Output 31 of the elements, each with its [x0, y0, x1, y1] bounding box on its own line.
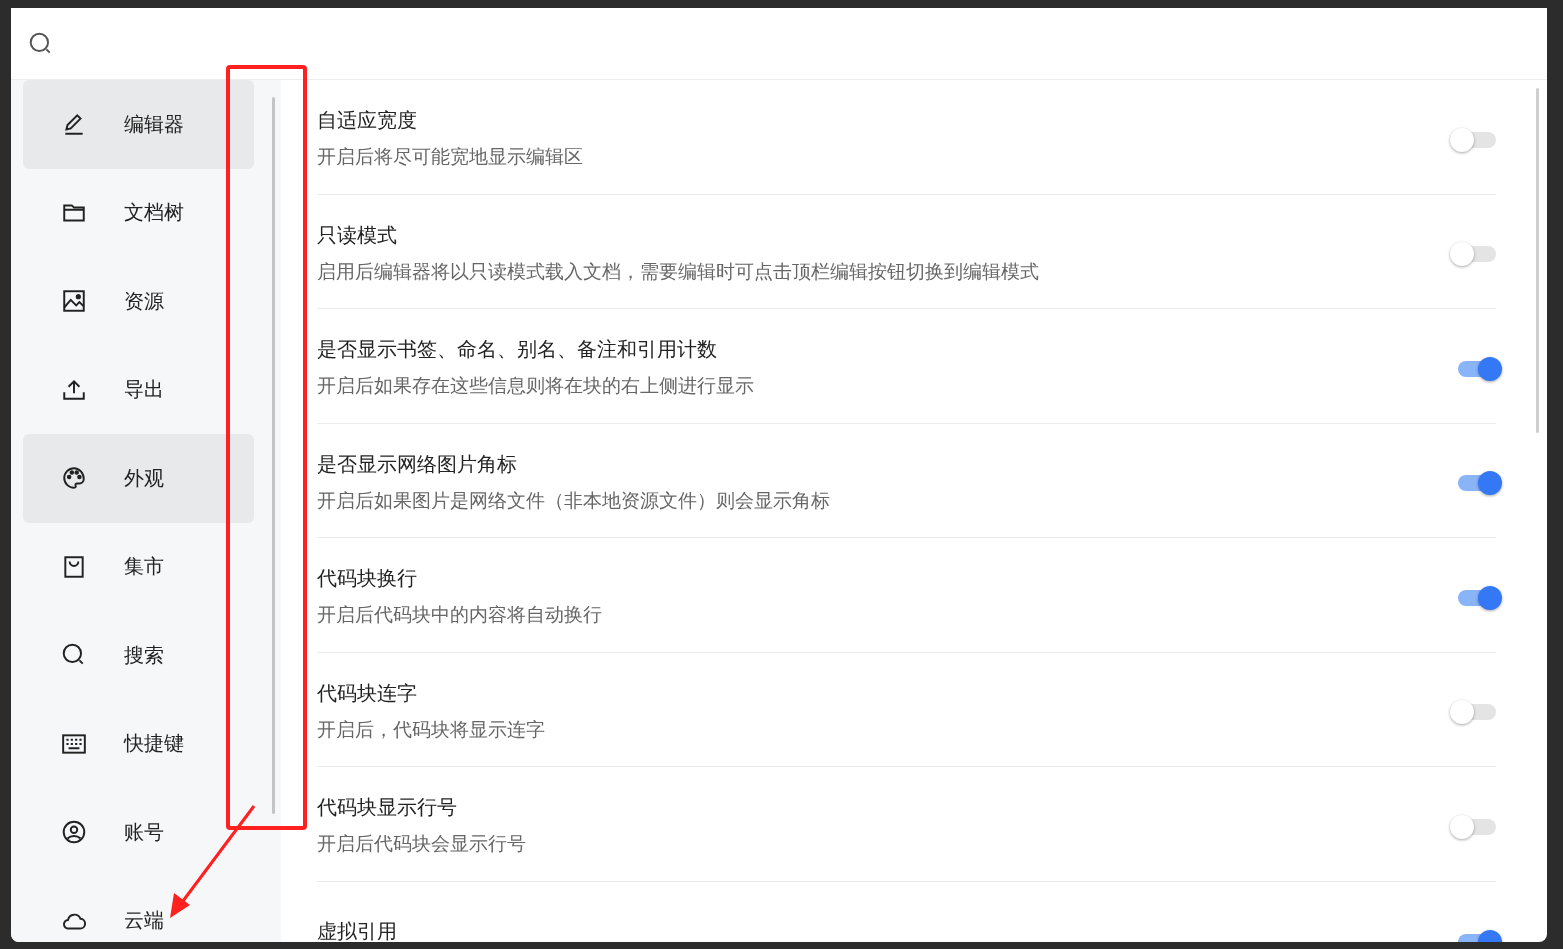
sidebar-item[interactable]: 快捷键 — [23, 699, 254, 788]
setting-description: 开启后代码块中的内容将自动换行 — [317, 602, 603, 628]
setting-title: 自适应宽度 — [317, 107, 418, 135]
setting-title: 只读模式 — [317, 221, 398, 249]
setting-title: 是否显示书签、命名、别名、备注和引用计数 — [317, 336, 718, 364]
setting-description: 开启后代码块会显示行号 — [317, 831, 527, 857]
sidebar-item[interactable]: 搜索 — [23, 611, 254, 700]
setting-description: 开启后将尽可能宽地显示编辑区 — [317, 144, 584, 170]
setting-title: 代码块显示行号 — [317, 794, 458, 822]
setting-title: 代码块连字 — [317, 679, 418, 707]
sidebar-item[interactable]: 文档树 — [23, 168, 254, 257]
sidebar-item[interactable]: 账号 — [23, 788, 254, 877]
bag-icon — [61, 553, 87, 580]
setting-title: 代码块换行 — [317, 565, 418, 593]
sidebar-item[interactable]: 导出 — [23, 345, 254, 434]
setting-description: 开启后如果存在这些信息则将在块的右上侧进行显示 — [317, 373, 755, 399]
sidebar-item[interactable]: 编辑器 — [23, 80, 254, 169]
setting-description: 开启后，代码块将显示连字 — [317, 716, 546, 742]
sidebar-item[interactable]: 资源 — [23, 257, 254, 346]
user-icon — [61, 819, 87, 846]
sidebar-item[interactable]: 外观 — [23, 434, 254, 523]
setting-title: 是否显示网络图片角标 — [317, 450, 518, 478]
setting-title: 虚拟引用 — [317, 917, 398, 942]
setting-description: 启用后编辑器将以只读模式载入文档，需要编辑时可点击顶栏编辑按钮切换到编辑模式 — [317, 258, 1040, 284]
scrollbar[interactable] — [1536, 88, 1539, 433]
setting-description: 开启后如果图片是网络文件（非本地资源文件）则会显示角标 — [317, 487, 831, 513]
sidebar-item[interactable]: 云端 — [23, 876, 254, 942]
scrollbar[interactable] — [272, 97, 275, 814]
sidebar-item[interactable]: 集市 — [23, 522, 254, 611]
palette-icon — [61, 465, 87, 492]
image-icon — [61, 288, 87, 315]
